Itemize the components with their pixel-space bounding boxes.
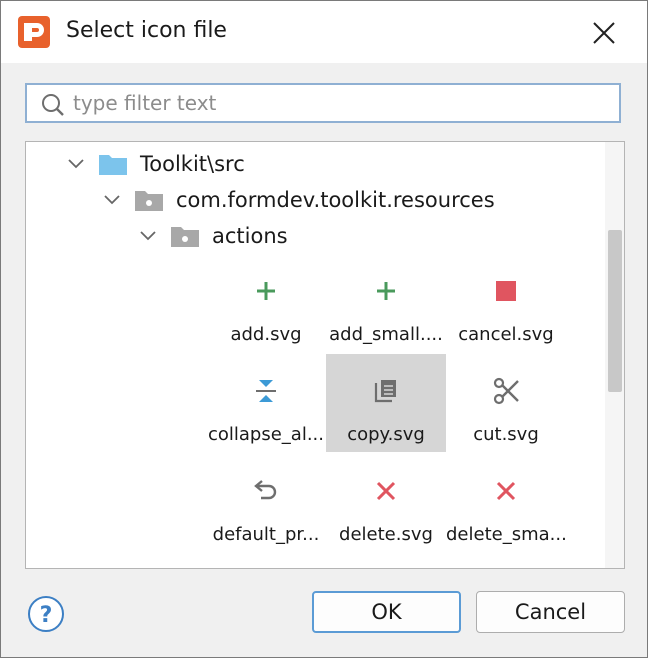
vertical-scrollbar[interactable] bbox=[605, 142, 624, 568]
icon-item-add-small[interactable]: add_small.... bbox=[326, 254, 446, 352]
stop-square-icon bbox=[492, 277, 520, 305]
icon-item-cut[interactable]: cut.svg bbox=[446, 354, 566, 452]
package-folder-icon bbox=[134, 188, 164, 212]
icon-item-delete[interactable]: delete.svg bbox=[326, 454, 446, 552]
tree-node-label: com.formdev.toolkit.resources bbox=[176, 188, 495, 212]
tree-node-label: Toolkit\src bbox=[140, 152, 245, 176]
plus-icon bbox=[252, 277, 280, 305]
close-icon bbox=[593, 22, 615, 44]
icon-item-label: collapse_al... bbox=[207, 424, 324, 445]
filter-input[interactable] bbox=[73, 89, 613, 117]
select-icon-dialog: Select icon file Toolkit\src bbox=[0, 0, 648, 658]
icon-item-label: delete_sma... bbox=[446, 524, 566, 545]
chevron-down-icon[interactable] bbox=[136, 224, 160, 248]
tree-node-actions-package[interactable]: actions bbox=[136, 219, 288, 253]
chevron-down-icon[interactable] bbox=[100, 188, 124, 212]
x-icon bbox=[492, 477, 520, 505]
help-icon: ? bbox=[28, 596, 64, 632]
collapse-all-icon bbox=[252, 377, 280, 405]
tree-node-toolkit-src[interactable]: Toolkit\src bbox=[64, 147, 245, 181]
help-button-label: ? bbox=[40, 603, 53, 628]
icon-item-label: copy.svg bbox=[347, 424, 425, 445]
ok-button[interactable]: OK bbox=[312, 591, 461, 633]
scrollbar-thumb[interactable] bbox=[608, 230, 622, 392]
icon-item-default-pr[interactable]: default_pr... bbox=[206, 454, 326, 552]
tree-node-label: actions bbox=[212, 224, 288, 248]
icon-item-copy[interactable]: copy.svg bbox=[326, 354, 446, 452]
window-title: Select icon file bbox=[66, 18, 227, 43]
cancel-button[interactable]: Cancel bbox=[476, 591, 625, 633]
chevron-down-icon[interactable] bbox=[64, 152, 88, 176]
icon-item-cancel[interactable]: cancel.svg bbox=[446, 254, 566, 352]
undo-icon bbox=[252, 477, 280, 505]
icon-item-add[interactable]: add.svg bbox=[206, 254, 326, 352]
copy-icon bbox=[372, 377, 400, 405]
icon-item-label: cut.svg bbox=[473, 424, 539, 445]
icon-item-label: add.svg bbox=[230, 324, 302, 345]
plus-icon bbox=[372, 277, 400, 305]
title-bar: Select icon file bbox=[1, 1, 647, 63]
package-folder-icon bbox=[170, 224, 200, 248]
icon-item-label: add_small.... bbox=[329, 324, 443, 345]
close-button[interactable] bbox=[581, 13, 627, 53]
icon-item-collapse-all[interactable]: collapse_al... bbox=[206, 354, 326, 452]
icon-item-label: delete.svg bbox=[339, 524, 433, 545]
icon-item-label: cancel.svg bbox=[458, 324, 554, 345]
help-button[interactable]: ? bbox=[27, 595, 65, 633]
app-logo-icon bbox=[18, 16, 50, 52]
x-icon bbox=[372, 477, 400, 505]
folder-icon bbox=[98, 152, 128, 176]
search-icon bbox=[42, 94, 64, 116]
icon-tree[interactable]: Toolkit\src com.formdev.toolkit.resource… bbox=[25, 141, 625, 569]
icon-item-delete-small[interactable]: delete_sma... bbox=[446, 454, 566, 552]
scissors-icon bbox=[492, 377, 520, 405]
icon-item-label: default_pr... bbox=[212, 524, 320, 545]
filter-field[interactable] bbox=[25, 83, 621, 123]
tree-node-resources-package[interactable]: com.formdev.toolkit.resources bbox=[100, 183, 495, 217]
